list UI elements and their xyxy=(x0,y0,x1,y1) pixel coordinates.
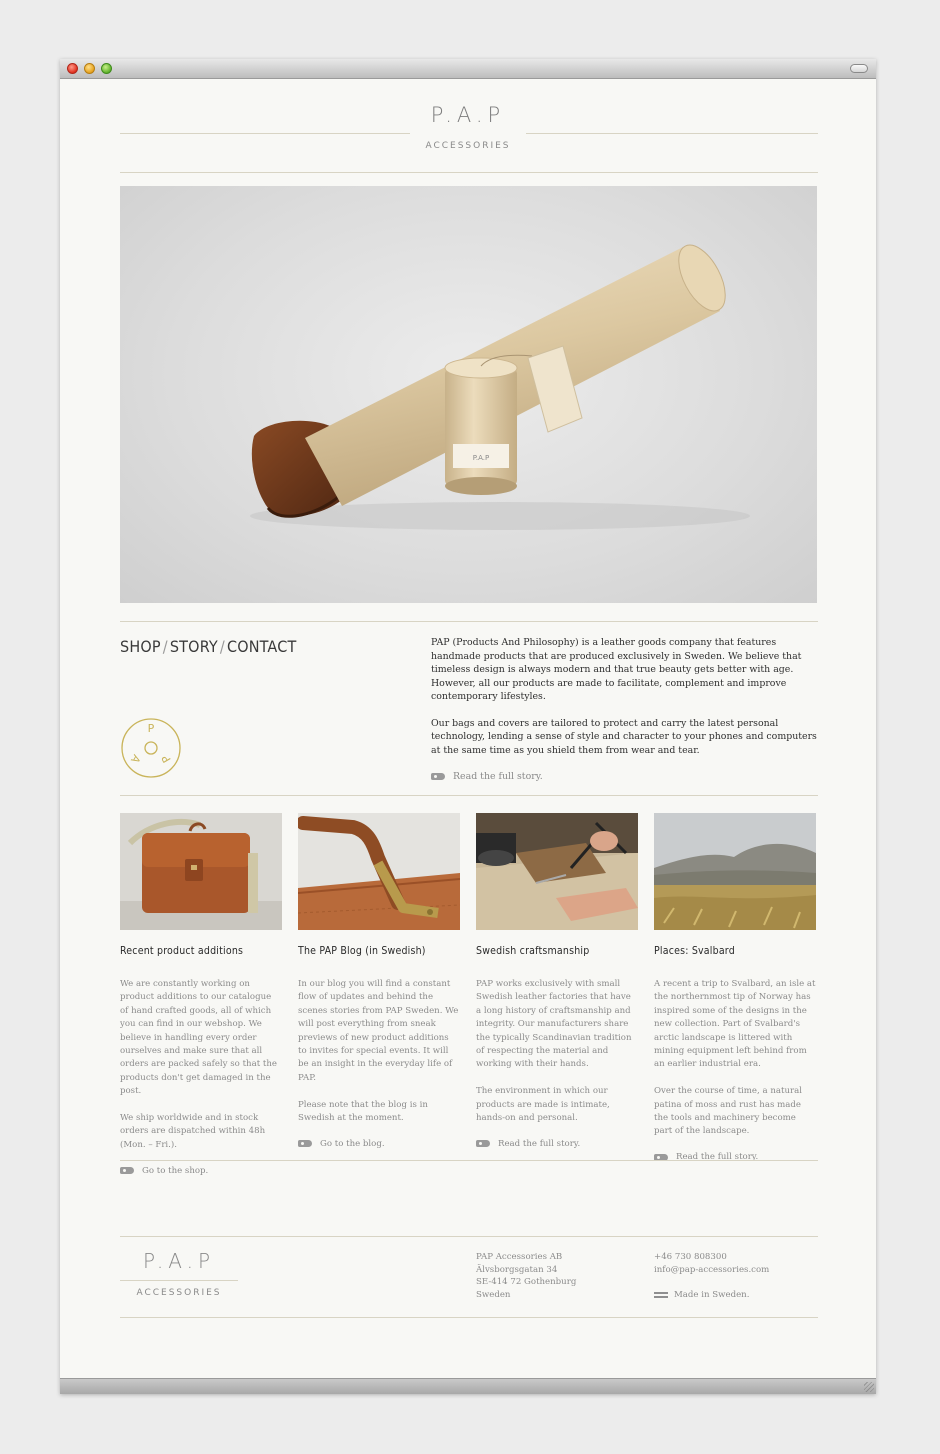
address-line: PAP Accessories AB xyxy=(476,1252,563,1262)
footer-top-rule xyxy=(120,1236,818,1237)
tag-icon xyxy=(431,773,445,781)
tag-icon xyxy=(120,1167,134,1175)
header-divider xyxy=(120,172,818,173)
card-paragraph: The environment in which our products ar… xyxy=(476,1086,610,1124)
header-rule-left xyxy=(120,133,410,134)
cards-divider xyxy=(120,1160,818,1161)
tag-icon xyxy=(298,1140,312,1148)
link-label: Go to the shop. xyxy=(142,1165,209,1176)
card-paragraph: A recent a trip to Svalbard, an isle at … xyxy=(654,979,816,1070)
tag-icon xyxy=(476,1140,490,1148)
seal-letter-left: A xyxy=(128,752,143,765)
card-image[interactable] xyxy=(120,813,282,930)
card-paragraph: Over the course of time, a natural patin… xyxy=(654,1086,802,1137)
card-text: We are constantly working on product add… xyxy=(120,978,282,1152)
card-text: In our blog you will find a constant flo… xyxy=(298,978,460,1125)
browser-window: P.A.P ACCESSORIES P.A.P SHOP / STORY / C… xyxy=(60,59,876,1394)
card-svalbard: Places: Svalbard A recent a trip to Sval… xyxy=(654,813,816,1162)
card-paragraph: Please note that the blog is in Swedish … xyxy=(298,1099,428,1124)
card-craftsmanship: Swedish craftsmanship PAP works exclusiv… xyxy=(476,813,638,1149)
card-paragraph: PAP works exclusively with small Swedish… xyxy=(476,979,632,1070)
footer-logo[interactable]: P.A.P xyxy=(120,1249,238,1273)
address-line: Älvsborgsgatan 34 xyxy=(476,1264,558,1275)
card-text: PAP works exclusively with small Swedish… xyxy=(476,978,638,1125)
read-story-link[interactable]: Read the full story. xyxy=(431,770,819,784)
svg-text:P.A.P: P.A.P xyxy=(473,454,489,462)
card-title: Recent product additions xyxy=(120,945,244,957)
zoom-window-icon[interactable] xyxy=(101,63,112,74)
hero-image: P.A.P xyxy=(120,186,817,603)
card-text: A recent a trip to Svalbard, an isle at … xyxy=(654,978,816,1139)
swedish-flag-icon xyxy=(654,1292,668,1299)
footer-tagline: ACCESSORIES xyxy=(136,1288,222,1298)
nav-separator: / xyxy=(219,637,225,656)
card-paragraph: In our blog you will find a constant flo… xyxy=(298,979,459,1083)
address-line: Sweden xyxy=(476,1289,511,1300)
toolbar-toggle-icon[interactable] xyxy=(850,64,868,73)
footer-contact: +46 730 808300 info@pap-accessories.com … xyxy=(654,1251,769,1302)
minimize-window-icon[interactable] xyxy=(84,63,95,74)
card-image[interactable] xyxy=(654,813,816,930)
card-title: Swedish craftsmanship xyxy=(476,945,590,957)
card-title: The PAP Blog (in Swedish) xyxy=(298,945,426,957)
card-paragraph: We are constantly working on product add… xyxy=(120,979,277,1097)
card-title: Places: Svalbard xyxy=(654,945,735,957)
made-in-label: Made in Sweden. xyxy=(674,1290,750,1300)
window-statusbar xyxy=(60,1378,876,1394)
intro-paragraph: PAP (Products And Philosophy) is a leath… xyxy=(431,637,802,702)
resize-grip-icon[interactable] xyxy=(864,1382,874,1392)
card-recent-products: Recent product additions We are constant… xyxy=(120,813,282,1176)
section-divider xyxy=(120,795,818,796)
card-image[interactable] xyxy=(476,813,638,930)
nav-story[interactable]: STORY xyxy=(170,637,218,656)
link-label: Go to the blog. xyxy=(320,1138,385,1149)
go-to-blog-link[interactable]: Go to the blog. xyxy=(298,1139,460,1149)
seal-letter-right: P xyxy=(159,752,174,765)
card-paragraph: We ship worldwide and in stock orders ar… xyxy=(120,1113,266,1150)
site-logo[interactable]: P.A.P xyxy=(60,103,876,127)
footer-address: PAP Accessories AB Älvsborgsgatan 34 SE-… xyxy=(476,1251,576,1301)
nav-contact[interactable]: CONTACT xyxy=(227,637,297,656)
read-craftsmanship-link[interactable]: Read the full story. xyxy=(476,1139,638,1149)
intro-paragraph: Our bags and covers are tailored to prot… xyxy=(431,717,817,756)
page-content: P.A.P ACCESSORIES P.A.P SHOP / STORY / C… xyxy=(60,79,876,1378)
footer-bottom-rule xyxy=(120,1317,818,1318)
window-titlebar xyxy=(60,59,876,79)
nav-separator: / xyxy=(162,637,168,656)
go-to-shop-link[interactable]: Go to the shop. xyxy=(120,1166,282,1176)
site-tagline: ACCESSORIES xyxy=(425,141,511,151)
link-label: Read the full story. xyxy=(498,1138,581,1149)
made-in-sweden: Made in Sweden. xyxy=(654,1289,769,1302)
close-window-icon[interactable] xyxy=(67,63,78,74)
seal-letter-top: P xyxy=(148,722,155,735)
card-blog: The PAP Blog (in Swedish) In our blog yo… xyxy=(298,813,460,1149)
hero-product-illustration: P.A.P xyxy=(250,244,750,530)
main-nav: SHOP / STORY / CONTACT xyxy=(120,637,296,656)
header-rule-right xyxy=(526,133,818,134)
read-story-label: Read the full story. xyxy=(453,771,543,782)
footer-phone[interactable]: +46 730 808300 xyxy=(654,1251,769,1264)
pap-seal-logo: P A P xyxy=(121,718,181,778)
intro-text: PAP (Products And Philosophy) is a leath… xyxy=(431,636,819,784)
footer-logo-rule xyxy=(120,1280,238,1281)
card-image[interactable] xyxy=(298,813,460,930)
hero-divider xyxy=(120,621,818,622)
footer-email[interactable]: info@pap-accessories.com xyxy=(654,1264,769,1277)
nav-shop[interactable]: SHOP xyxy=(120,637,161,656)
address-line: SE-414 72 Gothenburg xyxy=(476,1277,577,1287)
